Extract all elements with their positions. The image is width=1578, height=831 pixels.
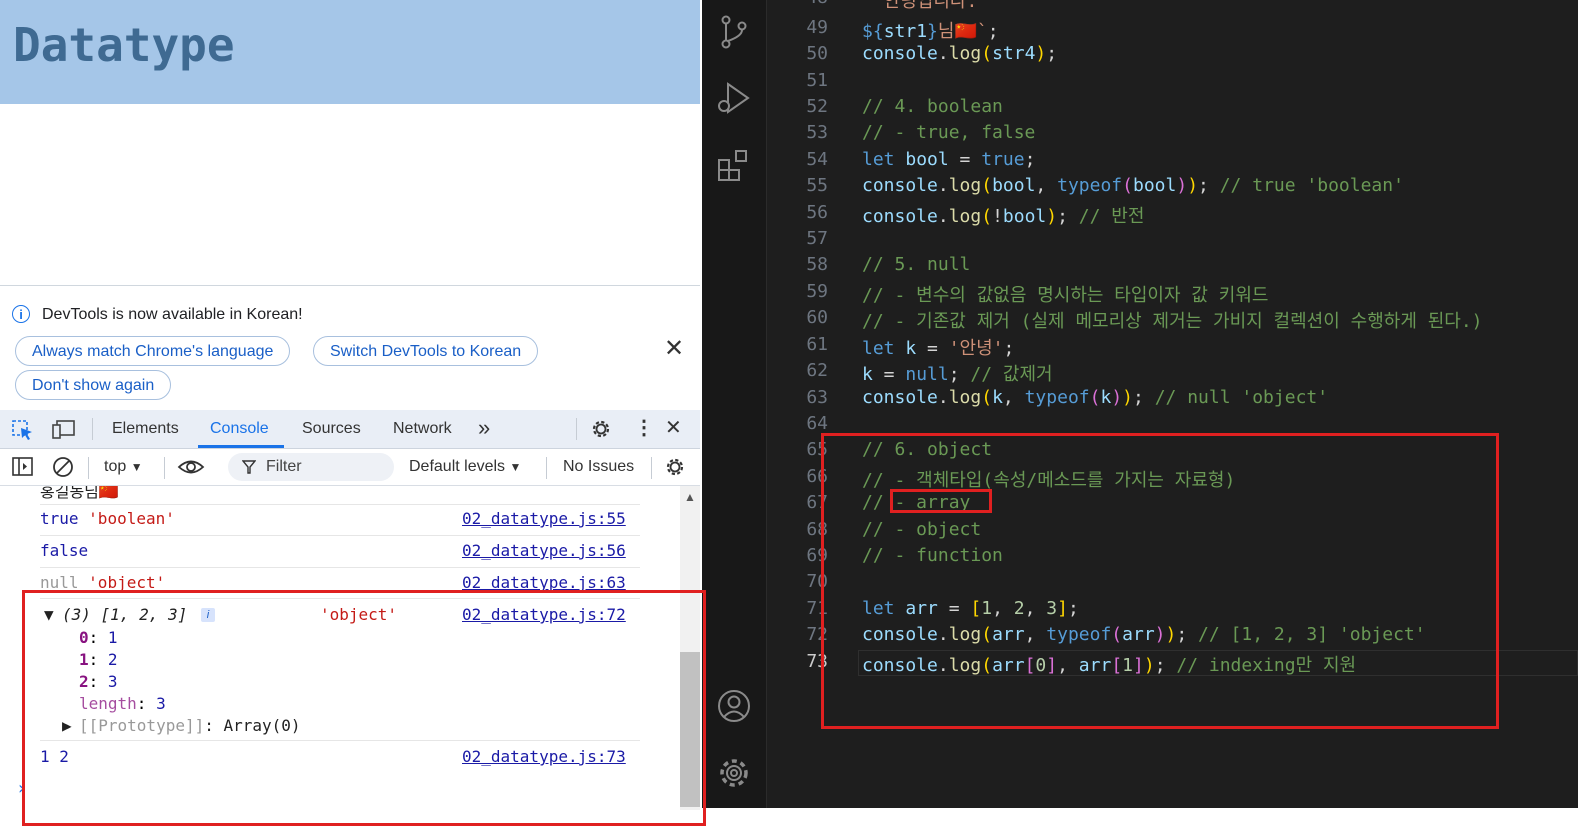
activity-bar bbox=[702, 0, 767, 808]
line-number: 48 bbox=[780, 0, 828, 8]
tab-sources[interactable]: Sources bbox=[302, 420, 361, 438]
log-levels-label: Default levels bbox=[409, 458, 506, 475]
line-number: 58 bbox=[806, 254, 828, 275]
account-icon[interactable] bbox=[716, 688, 752, 724]
switch-to-korean-button[interactable]: Switch DevTools to Korean bbox=[313, 336, 539, 366]
source-link[interactable]: 02_datatype.js:55 bbox=[462, 509, 626, 528]
line-number: 60 bbox=[806, 307, 828, 328]
source-control-icon[interactable] bbox=[716, 14, 752, 50]
tab-console[interactable]: Console bbox=[210, 420, 269, 438]
tab-elements[interactable]: Elements bbox=[112, 420, 179, 438]
line-number: 54 bbox=[806, 149, 828, 170]
line-number: 52 bbox=[806, 96, 828, 117]
eye-icon[interactable] bbox=[177, 458, 205, 476]
code-line[interactable]: k = null; // 값제거 bbox=[862, 360, 1053, 386]
row-separator bbox=[40, 535, 640, 536]
code-line[interactable]: let k = '안녕'; bbox=[862, 334, 1014, 360]
code-line[interactable]: // 4. boolean bbox=[862, 96, 1003, 117]
code-line[interactable]: // - 기존값 제거 (실제 메모리상 제거는 가비지 컬렉션이 수행하게 된… bbox=[862, 307, 1483, 333]
console-row: false bbox=[40, 541, 88, 560]
code-line[interactable]: ${str1}님🇨🇳`; bbox=[862, 17, 999, 43]
tab-network[interactable]: Network bbox=[393, 420, 452, 438]
run-debug-icon[interactable] bbox=[716, 80, 752, 116]
line-number: 56 bbox=[806, 202, 828, 223]
source-link[interactable]: 02_datatype.js:56 bbox=[462, 541, 626, 560]
console-toolbar: top ▼ Filter Default levels ▼ No Issues bbox=[0, 449, 700, 486]
console-partial-row: 홍길동님🇨🇳 bbox=[40, 486, 119, 501]
row-separator bbox=[40, 567, 640, 568]
chevron-down-icon: ▼ bbox=[130, 460, 143, 474]
console-value: true bbox=[40, 509, 79, 528]
code-line[interactable]: // - 변수의 값없음 명시하는 타입이자 값 키워드 bbox=[862, 281, 1268, 307]
inspect-element-icon[interactable] bbox=[12, 420, 34, 440]
issues-counter[interactable]: No Issues bbox=[563, 458, 634, 476]
page-title: Datatype bbox=[13, 18, 235, 72]
code-line[interactable]: // - true, false bbox=[862, 122, 1035, 143]
divider bbox=[546, 457, 547, 479]
active-tab-indicator bbox=[198, 445, 284, 448]
console-settings-gear-icon[interactable] bbox=[664, 456, 686, 478]
context-label: top bbox=[104, 458, 127, 475]
divider bbox=[92, 418, 93, 440]
row-separator bbox=[40, 504, 640, 505]
chevron-down-icon: ▼ bbox=[509, 460, 522, 474]
device-toolbar-icon[interactable] bbox=[52, 420, 76, 440]
line-number: 59 bbox=[806, 281, 828, 302]
sidebar-toggle-icon[interactable] bbox=[12, 457, 34, 477]
log-levels-dropdown[interactable]: Default levels ▼ bbox=[409, 458, 521, 476]
annotation-box-console bbox=[22, 590, 706, 826]
info-icon: i bbox=[12, 305, 30, 323]
scroll-up-arrow-icon[interactable]: ▲ bbox=[684, 490, 696, 504]
more-options-icon[interactable]: ⋮ bbox=[634, 418, 654, 438]
console-type: 'boolean' bbox=[88, 509, 175, 528]
console-row: true 'boolean' bbox=[40, 509, 175, 528]
more-tabs-icon[interactable]: » bbox=[478, 415, 490, 441]
line-number: 50 bbox=[806, 43, 828, 64]
clear-console-icon[interactable] bbox=[52, 456, 74, 478]
manage-gear-icon[interactable] bbox=[716, 755, 752, 791]
close-icon[interactable]: ✕ bbox=[664, 337, 684, 361]
console-value: false bbox=[40, 541, 89, 560]
divider bbox=[576, 418, 577, 440]
always-match-language-button[interactable]: Always match Chrome's language bbox=[15, 336, 291, 366]
code-line[interactable]: let bool = true; bbox=[862, 149, 1035, 170]
divider bbox=[164, 457, 165, 479]
context-selector[interactable]: top ▼ bbox=[104, 458, 143, 476]
settings-gear-icon[interactable] bbox=[590, 418, 612, 440]
infobar-message: DevTools is now available in Korean! bbox=[42, 306, 303, 323]
code-line[interactable]: console.log(!bool); // 반전 bbox=[862, 202, 1144, 228]
annotation-box-code bbox=[821, 433, 1499, 729]
code-line[interactable]: console.log(bool, typeof(bool)); // true… bbox=[862, 175, 1404, 196]
devtools-tabbar: Elements Console Sources Network » ⋮ ✕ bbox=[0, 410, 700, 449]
code-line[interactable]: 안녕입니다. bbox=[862, 0, 978, 13]
line-number: 53 bbox=[806, 122, 828, 143]
line-number: 57 bbox=[806, 228, 828, 249]
divider bbox=[651, 457, 652, 479]
code-line[interactable]: console.log(k, typeof(k)); // null 'obje… bbox=[862, 387, 1328, 408]
filter-input[interactable]: Filter bbox=[228, 453, 394, 481]
line-number: 49 bbox=[806, 17, 828, 38]
dont-show-again-button[interactable]: Don't show again bbox=[15, 370, 172, 400]
line-number: 62 bbox=[806, 360, 828, 381]
filter-placeholder: Filter bbox=[266, 458, 302, 475]
code-line[interactable]: // 5. null bbox=[862, 254, 970, 275]
line-number: 64 bbox=[806, 413, 828, 434]
page-header: Datatype bbox=[0, 0, 700, 104]
divider bbox=[88, 457, 89, 479]
line-number: 51 bbox=[806, 70, 828, 91]
filter-funnel-icon bbox=[242, 460, 256, 474]
line-number: 55 bbox=[806, 175, 828, 196]
annotation-box-array bbox=[890, 489, 992, 513]
devtools-language-infobar: i DevTools is now available in Korean! A… bbox=[0, 285, 700, 410]
close-devtools-icon[interactable]: ✕ bbox=[665, 418, 682, 438]
code-line[interactable]: console.log(str4); bbox=[862, 43, 1057, 64]
line-number: 61 bbox=[806, 334, 828, 355]
extensions-icon[interactable] bbox=[716, 148, 752, 184]
line-number: 63 bbox=[806, 387, 828, 408]
